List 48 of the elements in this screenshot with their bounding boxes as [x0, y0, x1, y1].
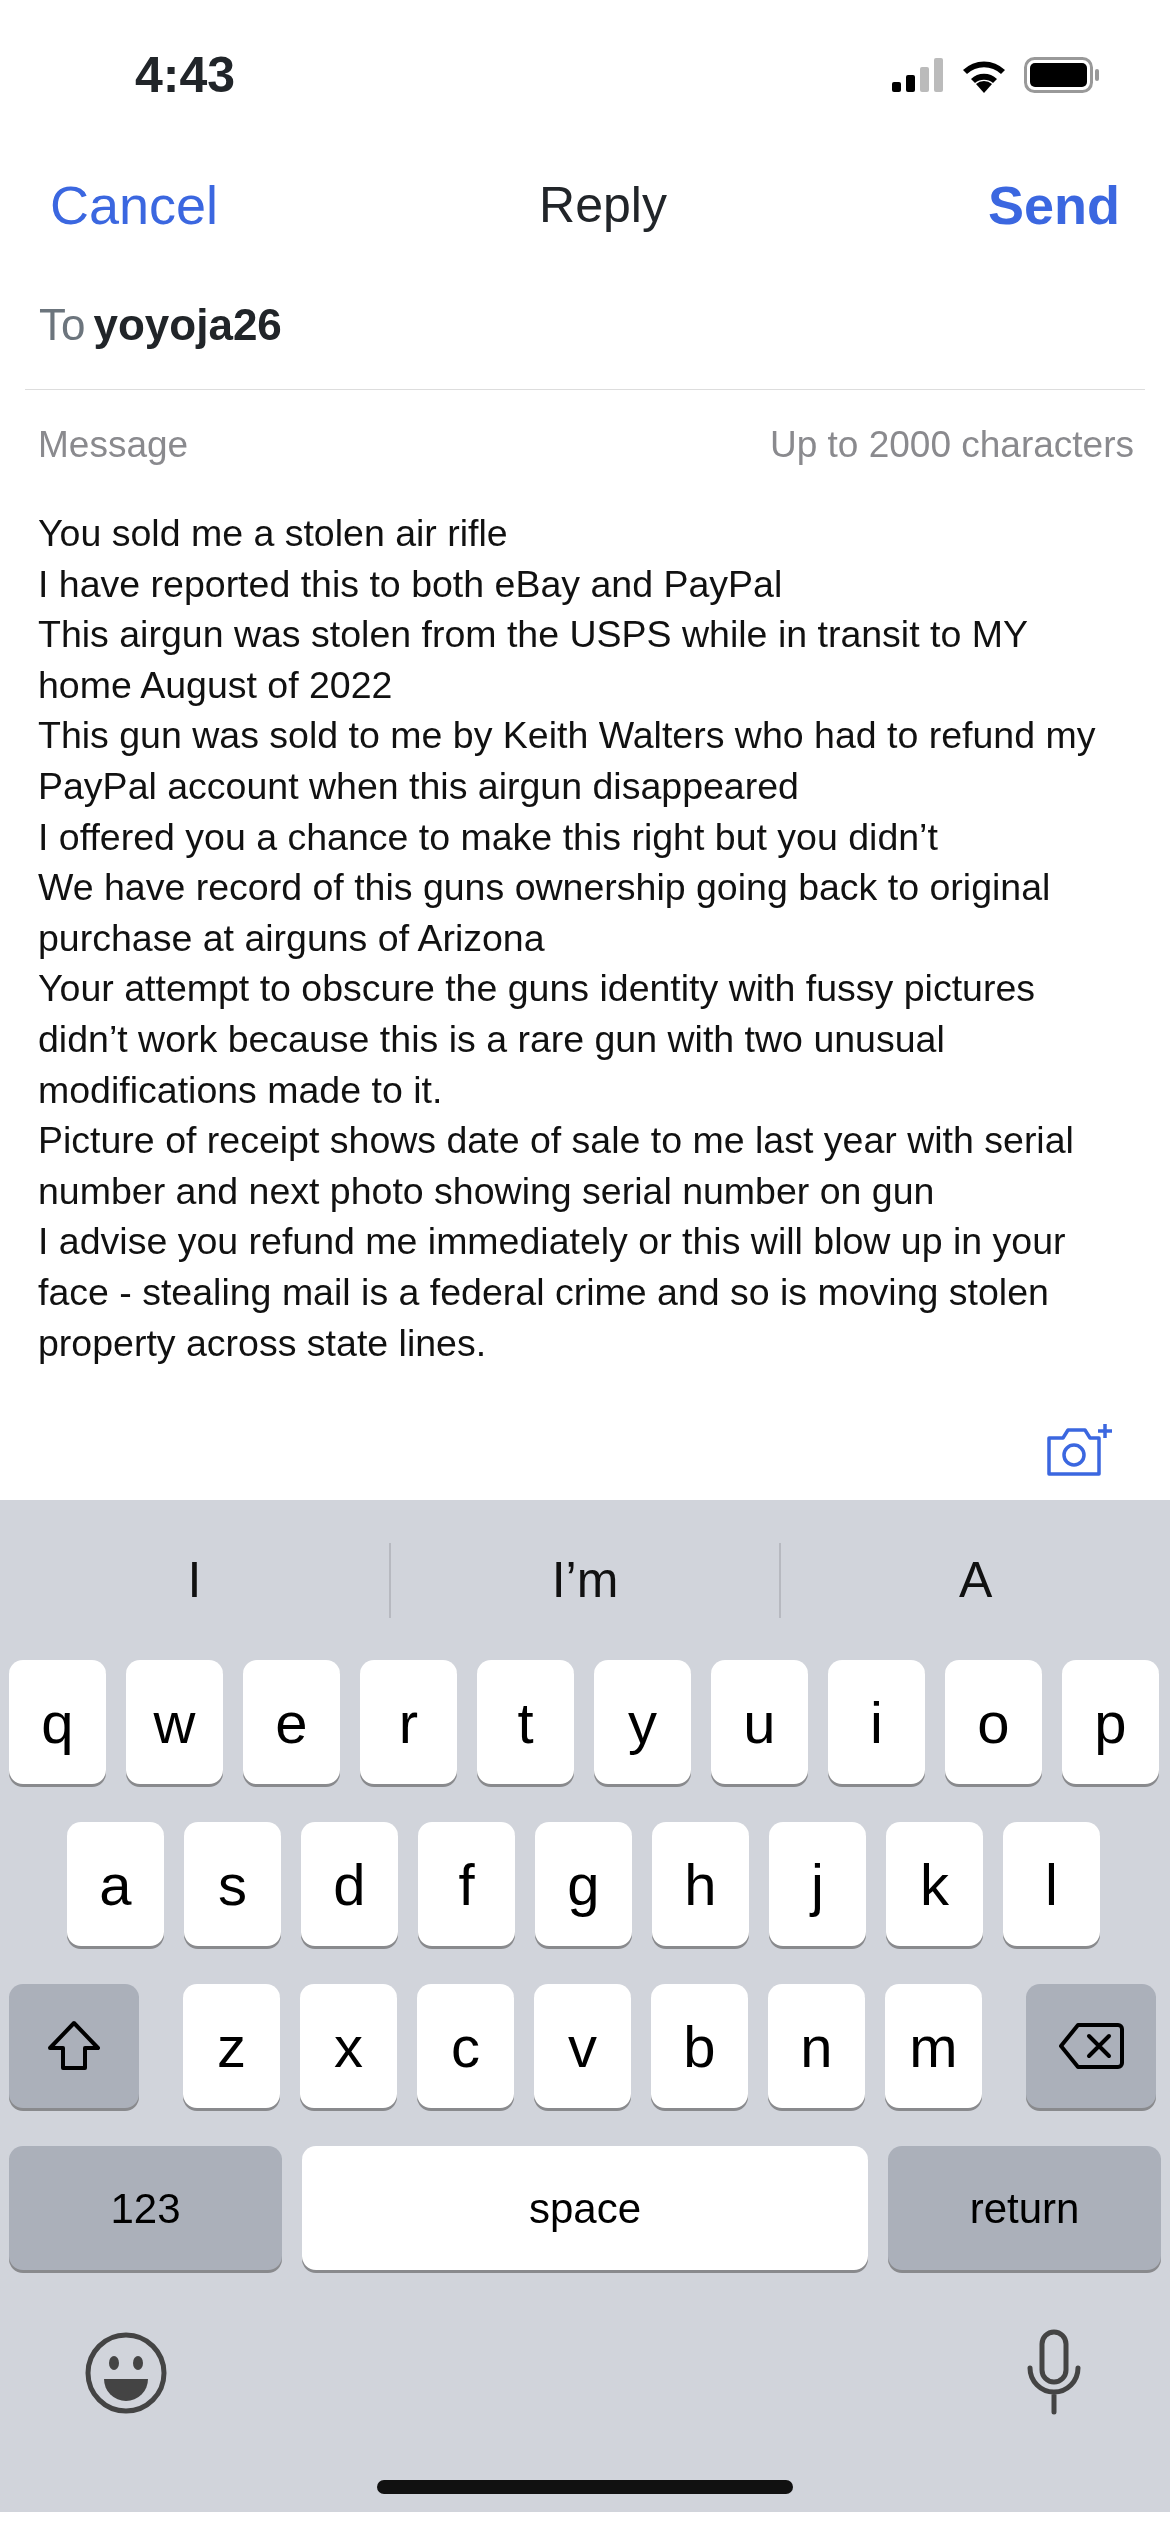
key[interactable]: s [184, 1822, 281, 1946]
key[interactable]: k [886, 1822, 983, 1946]
message-label: Message [38, 423, 189, 468]
shift-key[interactable] [9, 1984, 139, 2108]
key[interactable]: c [417, 1984, 514, 2108]
cancel-link[interactable]: Cancel [50, 164, 219, 246]
key[interactable]: d [301, 1822, 398, 1946]
return-key[interactable]: return [888, 2146, 1161, 2270]
key[interactable]: w [126, 1660, 223, 1784]
recipient-name: yoyoja26 [93, 298, 282, 351]
key[interactable]: f [418, 1822, 515, 1946]
key[interactable]: p [1062, 1660, 1159, 1784]
suggestion-word[interactable]: A [781, 1542, 1170, 1618]
key[interactable]: y [594, 1660, 691, 1784]
key[interactable]: q [9, 1660, 106, 1784]
suggestion-word[interactable]: I’m [390, 1542, 780, 1618]
key[interactable]: b [651, 1984, 748, 2108]
key[interactable]: z [183, 1984, 280, 2108]
key[interactable]: h [652, 1822, 749, 1946]
key[interactable]: a [67, 1822, 164, 1946]
key[interactable]: r [360, 1660, 457, 1784]
emoji-icon[interactable] [84, 2331, 168, 2415]
key[interactable]: m [885, 1984, 982, 2108]
key[interactable]: n [768, 1984, 865, 2108]
screen-title: Reply [539, 175, 667, 235]
key[interactable]: v [534, 1984, 631, 2108]
key[interactable]: i [828, 1660, 925, 1784]
key[interactable]: x [300, 1984, 397, 2108]
key[interactable]: e [243, 1660, 340, 1784]
key[interactable]: j [769, 1822, 866, 1946]
key[interactable]: o [945, 1660, 1042, 1784]
send-link[interactable]: Send [987, 164, 1120, 246]
key[interactable]: t [477, 1660, 574, 1784]
key[interactable]: u [711, 1660, 808, 1784]
suggestion-word[interactable]: I [0, 1542, 389, 1618]
status-time: 4:43 [135, 45, 236, 105]
key[interactable]: l [1003, 1822, 1100, 1946]
numbers-key[interactable]: 123 [9, 2146, 282, 2270]
camera-plus-icon[interactable] [1045, 1422, 1115, 1478]
delete-key[interactable] [1026, 1984, 1156, 2108]
message-text[interactable]: You sold me a stolen air rifle I have reported this to both eBay and PayPal This airgun was stolen from the USPS while in transit to MY home August of 2022 This gun was sold to me by Keith Walters who had to refund my PayPal account when this airgun disappeared I offered you a chance to make this right but you didn’t We have record of this guns ownership going back to original purchase at airguns of Arizona Your attempt to obscure the guns identity with fussy pictures didn’t work because this is a rare gun with two unusual modifications made to it. Picture of receipt shows date of sale to me last year with serial number and next photo showing serial number on gun I advise you refund me immediately or this will blow up in your face - stealing mail is a federal crime and so is moving stolen property across state lines. [0, 500, 1170, 1400]
battery-icon [1024, 57, 1100, 93]
backspace-icon [1058, 2021, 1124, 2071]
space-key[interactable]: space [302, 2146, 868, 2270]
character-limit: Up to 2000 characters [769, 423, 1134, 468]
to-label: To [39, 298, 86, 351]
key[interactable]: g [535, 1822, 632, 1946]
signal-icon [892, 58, 944, 92]
